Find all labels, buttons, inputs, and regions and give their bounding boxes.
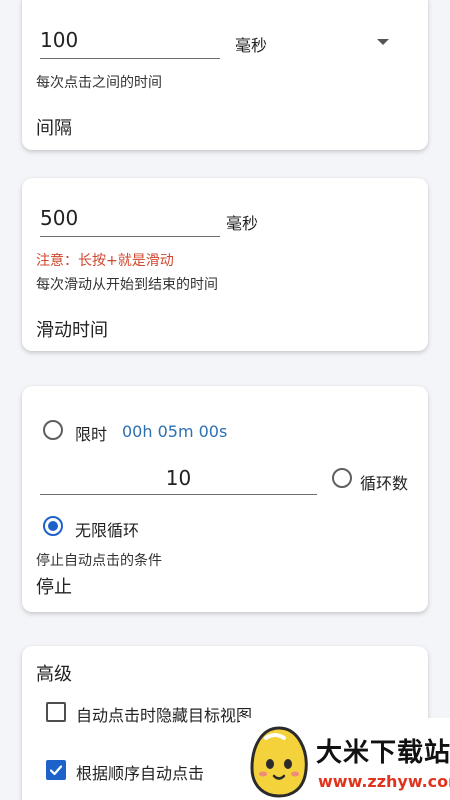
stop-condition-card: 限时 00h 05m 00s 10 循环数 无限循环 停止自动点击的条件 停止 — [22, 386, 428, 612]
site-watermark: 大米下载站 www.zzhyw.com — [240, 718, 450, 800]
swipe-warning-text: 注意：长按+就是滑动 — [36, 253, 174, 269]
interval-value: 100 — [40, 28, 79, 52]
swipe-time-card: 500 毫秒 注意：长按+就是滑动 每次滑动从开始到结束的时间 滑动时间 — [22, 178, 428, 351]
cycles-radio[interactable] — [332, 468, 352, 488]
chevron-down-icon[interactable] — [377, 39, 389, 45]
infinite-loop-label[interactable]: 无限循环 — [75, 517, 139, 541]
sequential-click-label[interactable]: 根据顺序自动点击 — [76, 760, 204, 784]
time-limit-radio[interactable] — [43, 420, 63, 440]
check-icon — [49, 765, 63, 776]
interval-description: 每次点击之间的时间 — [36, 75, 162, 91]
watermark-title: 大米下载站 — [316, 738, 450, 768]
rice-mascot-logo — [250, 726, 308, 798]
time-limit-value[interactable]: 00h 05m 00s — [122, 422, 227, 441]
auto-clicker-settings-screen: { "interval": { "value": "100", "unit": … — [0, 0, 450, 800]
infinite-loop-radio[interactable] — [43, 516, 63, 536]
sequential-click-checkbox[interactable] — [46, 760, 66, 780]
hide-target-view-label[interactable]: 自动点击时隐藏目标视图 — [76, 702, 252, 726]
interval-unit-dropdown[interactable]: 毫秒 — [235, 32, 267, 56]
swipe-description: 每次滑动从开始到结束的时间 — [36, 277, 218, 293]
swipe-title: 滑动时间 — [36, 320, 108, 341]
cycles-input[interactable]: 10 — [40, 464, 317, 495]
interval-card: 100 毫秒 每次点击之间的时间 间隔 — [22, 0, 428, 150]
stop-description: 停止自动点击的条件 — [36, 553, 162, 569]
swipe-time-unit: 毫秒 — [226, 214, 259, 233]
watermark-url: www.zzhyw.com — [318, 772, 450, 791]
interval-input[interactable]: 100 — [40, 26, 220, 59]
swipe-time-value: 500 — [40, 206, 79, 230]
swipe-time-input[interactable]: 500 — [40, 204, 220, 237]
cycles-label[interactable]: 循环数 — [360, 470, 408, 494]
stop-title: 停止 — [36, 577, 72, 598]
interval-title: 间隔 — [36, 118, 72, 139]
time-limit-label[interactable]: 限时 — [75, 421, 107, 445]
advanced-title: 高级 — [36, 664, 72, 685]
hide-target-view-checkbox[interactable] — [46, 702, 66, 722]
cycles-value: 10 — [165, 466, 192, 490]
